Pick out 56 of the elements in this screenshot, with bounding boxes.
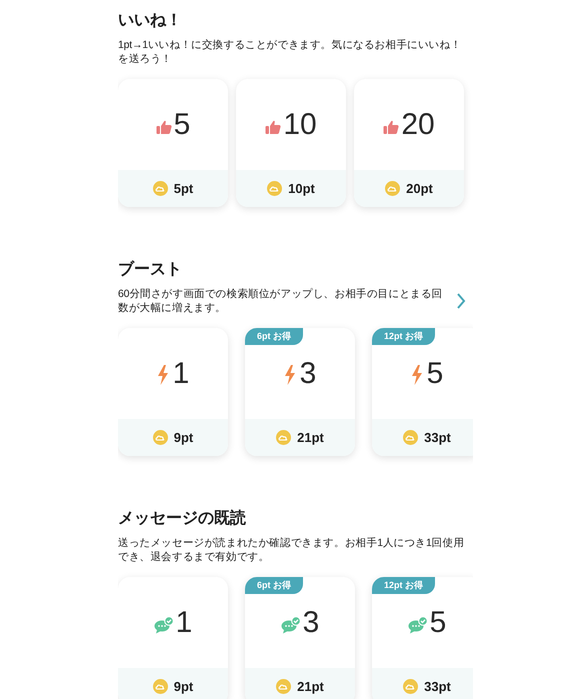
price-label: 33pt [424, 428, 451, 447]
lightning-icon [156, 364, 169, 384]
chevron-right-icon[interactable] [456, 293, 466, 309]
item-count: 20 [401, 108, 435, 142]
section-description: 60分間さがす画面での検索順位がアップし、お相手の目にとまる回数が大幅に増えます。 [118, 287, 444, 315]
item-count: 3 [300, 356, 316, 390]
lightning-icon [410, 364, 423, 384]
item-count: 1 [172, 356, 190, 390]
coin-icon [403, 430, 418, 445]
item-card[interactable]: 20 20pt [354, 79, 464, 207]
thumbs-up-icon [265, 118, 282, 134]
discount-badge: 12pt お得 [372, 577, 436, 594]
item-count: 5 [430, 606, 446, 640]
coin-icon [152, 679, 168, 694]
chat-check-icon [408, 616, 428, 634]
item-card[interactable]: 5 5pt [118, 79, 228, 207]
chat-check-icon [154, 616, 174, 634]
coin-icon [267, 181, 282, 196]
price-label: 21pt [297, 678, 324, 696]
item-card[interactable]: 6pt お得 3 21pt [245, 328, 355, 456]
section-title: いいね！ [118, 11, 183, 31]
item-card[interactable]: 6pt お得 3 21pt [245, 577, 355, 699]
discount-badge: 6pt お得 [245, 577, 304, 594]
coin-icon [152, 181, 168, 196]
price-label: 10pt [288, 180, 315, 198]
coin-icon [403, 679, 418, 694]
price-label: 21pt [297, 428, 324, 447]
item-count: 3 [302, 606, 320, 640]
lightning-icon [284, 364, 296, 384]
coin-icon [276, 679, 292, 694]
section-description: 1pt→1いいね！に交換することができます。気になるお相手にいいね！を送ろう！ [118, 38, 462, 66]
item-count: 1 [176, 606, 192, 640]
chat-check-icon [280, 616, 301, 634]
coin-icon [385, 181, 400, 196]
price-label: 20pt [406, 180, 433, 198]
item-card[interactable]: 12pt お得 5 33pt [372, 577, 473, 699]
section-description: 送ったメッセージが読まれたか確認できます。お相手1人につき1回使用でき、退会するまで有効です。 [118, 536, 466, 564]
item-count: 10 [283, 108, 317, 142]
coin-icon [276, 430, 292, 445]
thumbs-up-icon [383, 118, 400, 134]
price-label: 9pt [174, 428, 194, 447]
discount-badge: 6pt お得 [245, 328, 304, 345]
item-card[interactable]: 10 10pt [236, 79, 346, 207]
price-label: 33pt [424, 678, 451, 696]
price-label: 5pt [174, 180, 194, 198]
item-count: 5 [426, 356, 444, 390]
item-count: 5 [174, 108, 190, 142]
thumbs-up-icon [156, 118, 172, 134]
section-title: メッセージの既読 [118, 508, 247, 529]
coin-icon [152, 430, 168, 445]
price-label: 9pt [174, 678, 194, 696]
discount-badge: 12pt お得 [372, 328, 436, 345]
section-title: ブースト [118, 259, 183, 280]
item-card[interactable]: 1 9pt [118, 328, 228, 456]
item-card[interactable]: 1 9pt [118, 577, 228, 699]
item-card[interactable]: 12pt お得 5 33pt [372, 328, 473, 456]
